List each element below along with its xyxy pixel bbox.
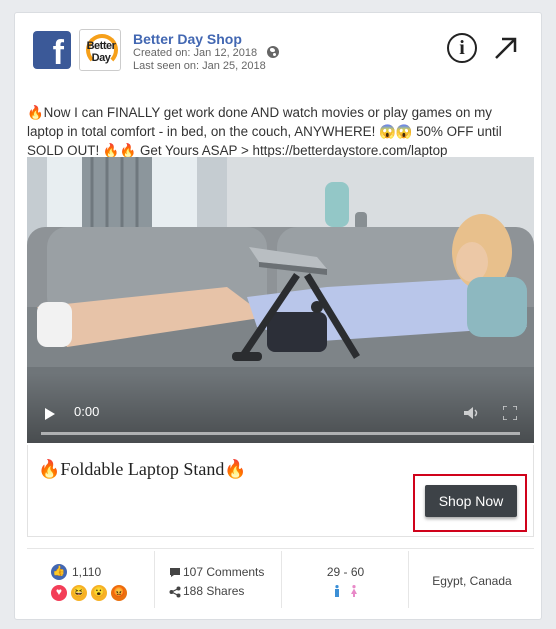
post-line: 🔥Now I can FINALLY get work done AND wat…: [27, 105, 492, 120]
fullscreen-icon[interactable]: [503, 406, 517, 420]
last-seen-date: Last seen on: Jan 25, 2018: [133, 60, 266, 72]
stats-bar: 👍 1,110 ♥ 😆 😮 😡 107 Comments 188 Shares …: [27, 548, 534, 611]
love-icon: ♥: [51, 585, 67, 601]
call-to-action: 🔥Foldable Laptop Stand🔥 Shop Now: [27, 445, 534, 537]
ad-card: f Better Day Better Day Shop Created on:…: [14, 12, 542, 620]
video-player[interactable]: 0:00: [27, 157, 534, 443]
globe-icon: [267, 46, 279, 58]
info-icon[interactable]: i: [447, 33, 477, 63]
age-range: 29 - 60: [326, 565, 365, 579]
haha-icon: 😆: [71, 585, 87, 601]
reactions-count: 1,110: [72, 565, 102, 579]
created-date: Created on: Jan 12, 2018: [133, 47, 258, 59]
audience-column: 29 - 60: [281, 551, 408, 608]
male-icon: [335, 585, 339, 597]
shop-now-button[interactable]: Shop Now: [425, 485, 517, 517]
product-title: 🔥Foldable Laptop Stand🔥: [38, 459, 247, 479]
external-link-icon[interactable]: [493, 35, 519, 61]
reactions-column: 👍 1,110 ♥ 😆 😮 😡: [27, 551, 154, 608]
angry-icon: 😡: [111, 585, 127, 601]
page-name[interactable]: Better Day Shop: [133, 31, 242, 47]
shop-logo-text: Better Day: [86, 40, 116, 64]
female-icon: [351, 585, 357, 597]
comments-count[interactable]: 107 Comments: [183, 565, 264, 579]
post-line: laptop in total comfort - in bed, on the…: [27, 124, 502, 139]
shares-count[interactable]: 188 Shares: [183, 584, 244, 598]
video-progress-bar[interactable]: [41, 432, 520, 435]
comment-icon: [170, 568, 180, 577]
post-text: 🔥Now I can FINALLY get work done AND wat…: [27, 103, 531, 160]
video-controls: 0:00: [27, 373, 534, 443]
location-column: Egypt, Canada: [408, 551, 534, 608]
facebook-icon: f: [33, 31, 71, 69]
shop-avatar[interactable]: Better Day: [79, 29, 121, 71]
volume-icon[interactable]: [464, 406, 480, 420]
ad-header: f Better Day Better Day Shop Created on:…: [31, 29, 525, 73]
video-time: 0:00: [74, 404, 100, 419]
share-icon: [169, 586, 181, 598]
engagement-column: 107 Comments 188 Shares: [154, 551, 281, 608]
play-icon[interactable]: [45, 408, 55, 420]
wow-icon: 😮: [91, 585, 107, 601]
location: Egypt, Canada: [432, 574, 512, 588]
like-icon: 👍: [51, 564, 67, 580]
